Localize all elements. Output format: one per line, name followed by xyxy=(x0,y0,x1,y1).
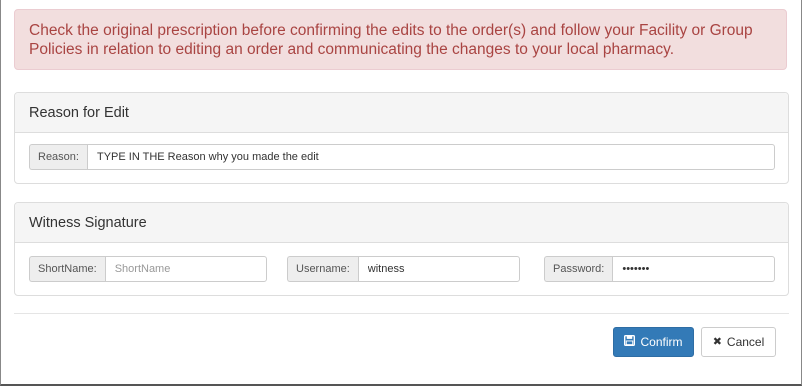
shortname-input[interactable] xyxy=(104,256,267,282)
save-icon xyxy=(624,335,636,349)
close-icon: ✖ xyxy=(712,335,722,348)
reason-panel-heading: Reason for Edit xyxy=(15,93,788,133)
shortname-label: ShortName: xyxy=(29,256,105,282)
password-input-group: Password: xyxy=(544,256,775,282)
footer-divider xyxy=(14,313,789,314)
reason-input[interactable] xyxy=(86,144,775,170)
warning-alert-text: Check the original prescription before c… xyxy=(29,22,753,58)
username-input[interactable] xyxy=(357,256,520,282)
confirm-button[interactable]: Confirm xyxy=(613,327,694,357)
username-label: Username: xyxy=(287,256,358,282)
cancel-button[interactable]: ✖ Cancel xyxy=(701,327,776,357)
password-label: Password: xyxy=(544,256,613,282)
witness-panel: Witness Signature ShortName: Username: P… xyxy=(14,202,789,296)
confirm-label: Confirm xyxy=(640,335,683,349)
reason-input-group: Reason: xyxy=(29,144,775,170)
reason-panel: Reason for Edit Reason: xyxy=(14,92,789,184)
cancel-label: Cancel xyxy=(726,335,765,349)
edit-order-modal: Check the original prescription before c… xyxy=(0,0,802,386)
warning-alert: Check the original prescription before c… xyxy=(14,9,787,70)
username-input-group: Username: xyxy=(287,256,520,282)
witness-panel-heading: Witness Signature xyxy=(15,203,788,243)
password-input[interactable] xyxy=(612,256,775,282)
shortname-input-group: ShortName: xyxy=(29,256,267,282)
reason-label: Reason: xyxy=(29,144,87,170)
